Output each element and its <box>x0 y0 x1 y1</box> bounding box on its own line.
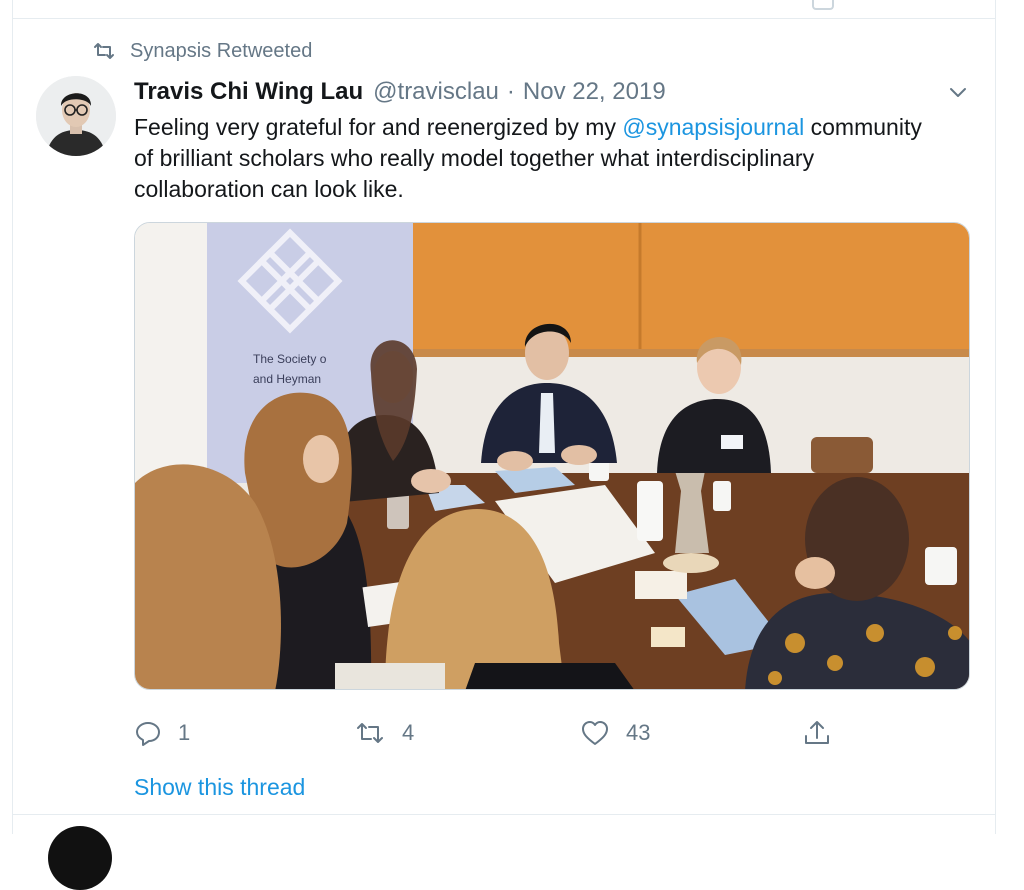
like-button[interactable]: 43 <box>580 716 650 750</box>
tweet-text: Feeling very grateful for and reenergize… <box>134 112 934 205</box>
tweet-text-start: Feeling very grateful for and reenergize… <box>134 114 623 140</box>
heart-icon <box>582 721 608 745</box>
meeting-photo: The Society o and Heyman <box>135 223 969 689</box>
show-thread-link[interactable]: Show this thread <box>134 774 305 801</box>
author-handle[interactable]: @travisclau <box>373 78 499 106</box>
next-tweet-avatar[interactable] <box>48 826 112 890</box>
banner-text-1: The Society o <box>253 352 327 366</box>
header-separator: · <box>506 78 515 105</box>
tweet-date[interactable]: Nov 22, 2019 <box>523 78 666 106</box>
retweet-button[interactable]: 4 <box>354 716 414 750</box>
divider-bottom <box>12 814 996 815</box>
tweet-actions: 1 4 43 <box>0 716 1024 750</box>
avatar[interactable] <box>36 76 116 156</box>
reply-button[interactable]: 1 <box>134 716 190 750</box>
author-name[interactable]: Travis Chi Wing Lau <box>134 78 363 106</box>
retweet-count: 4 <box>402 720 415 745</box>
reply-count: 1 <box>178 720 191 745</box>
tweet-photo[interactable]: The Society o and Heyman <box>134 222 970 690</box>
retweet-context[interactable]: Synapsis Retweeted <box>92 38 312 64</box>
retweet-icon <box>357 723 383 743</box>
tweet-header: Travis Chi Wing Lau @travisclau · Nov 22… <box>134 76 666 108</box>
like-count: 43 <box>626 720 651 745</box>
retweet-context-label: Synapsis Retweeted <box>130 39 313 62</box>
mention-link[interactable]: @synapsisjournal <box>622 114 804 140</box>
banner-text-2: and Heyman <box>253 372 321 386</box>
reply-icon <box>136 722 160 746</box>
avatar-photo <box>36 76 116 156</box>
previous-tweet-share-icon[interactable] <box>812 0 834 10</box>
divider-top <box>12 18 996 19</box>
share-button[interactable] <box>802 716 848 750</box>
chevron-down-icon[interactable] <box>946 82 970 102</box>
retweet-icon <box>94 43 114 59</box>
share-icon <box>805 721 829 744</box>
